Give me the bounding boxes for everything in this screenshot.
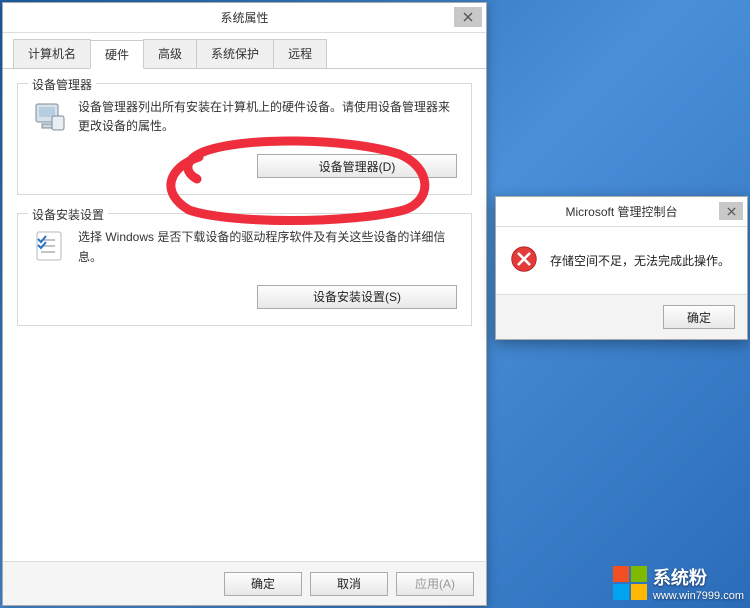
error-title: Microsoft 管理控制台	[565, 203, 677, 220]
device-manager-legend: 设备管理器	[28, 76, 96, 93]
device-install-legend: 设备安装设置	[28, 206, 108, 223]
watermark-brand: 系统粉	[653, 564, 744, 590]
system-properties-dialog: 系统属性 计算机名 硬件 高级 系统保护 远程 设备管理器	[2, 2, 487, 606]
device-manager-button[interactable]: 设备管理器(D)	[257, 154, 457, 178]
main-dialog-footer: 确定 取消 应用(A)	[3, 561, 486, 605]
tab-remote[interactable]: 远程	[273, 39, 327, 68]
main-titlebar[interactable]: 系统属性	[3, 3, 486, 33]
tab-system-protection[interactable]: 系统保护	[196, 39, 274, 68]
close-icon	[727, 207, 736, 216]
error-ok-button[interactable]: 确定	[663, 305, 735, 329]
dialog-body: 设备管理器 设备管理器列出所有安装在计算机上的硬件设备。请使用设备管理器来更改设…	[3, 69, 486, 326]
error-titlebar[interactable]: Microsoft 管理控制台	[496, 197, 747, 227]
close-icon	[463, 12, 473, 22]
tab-advanced[interactable]: 高级	[143, 39, 197, 68]
tab-computer-name[interactable]: 计算机名	[13, 39, 91, 68]
device-install-icon	[32, 228, 68, 264]
apply-button[interactable]: 应用(A)	[396, 572, 474, 596]
watermark-url: www.win7999.com	[653, 590, 744, 602]
cancel-button[interactable]: 取消	[310, 572, 388, 596]
main-close-button[interactable]	[454, 7, 482, 27]
error-message: 存储空间不足，无法完成此操作。	[550, 252, 733, 269]
device-install-desc: 选择 Windows 是否下载设备的驱动程序软件及有关这些设备的详细信息。	[78, 228, 457, 266]
error-dialog: Microsoft 管理控制台 存储空间不足，无法完成此操作。 确定	[495, 196, 748, 340]
error-icon	[510, 245, 538, 276]
device-manager-icon	[32, 98, 68, 134]
error-close-button[interactable]	[719, 202, 743, 220]
watermark: 系统粉 www.win7999.com	[613, 564, 744, 602]
error-footer: 确定	[496, 294, 747, 339]
device-install-button[interactable]: 设备安装设置(S)	[257, 285, 457, 309]
device-install-group: 设备安装设置 选择 Windows 是否下载设备的驱动程序软件及有关这些设备的详…	[17, 213, 472, 325]
error-body: 存储空间不足，无法完成此操作。	[496, 227, 747, 294]
main-title: 系统属性	[220, 9, 268, 26]
ok-button[interactable]: 确定	[224, 572, 302, 596]
tab-hardware[interactable]: 硬件	[90, 40, 144, 69]
device-manager-desc: 设备管理器列出所有安装在计算机上的硬件设备。请使用设备管理器来更改设备的属性。	[78, 98, 457, 136]
tab-strip: 计算机名 硬件 高级 系统保护 远程	[3, 33, 486, 69]
device-manager-group: 设备管理器 设备管理器列出所有安装在计算机上的硬件设备。请使用设备管理器来更改设…	[17, 83, 472, 195]
watermark-logo-icon	[613, 566, 647, 600]
